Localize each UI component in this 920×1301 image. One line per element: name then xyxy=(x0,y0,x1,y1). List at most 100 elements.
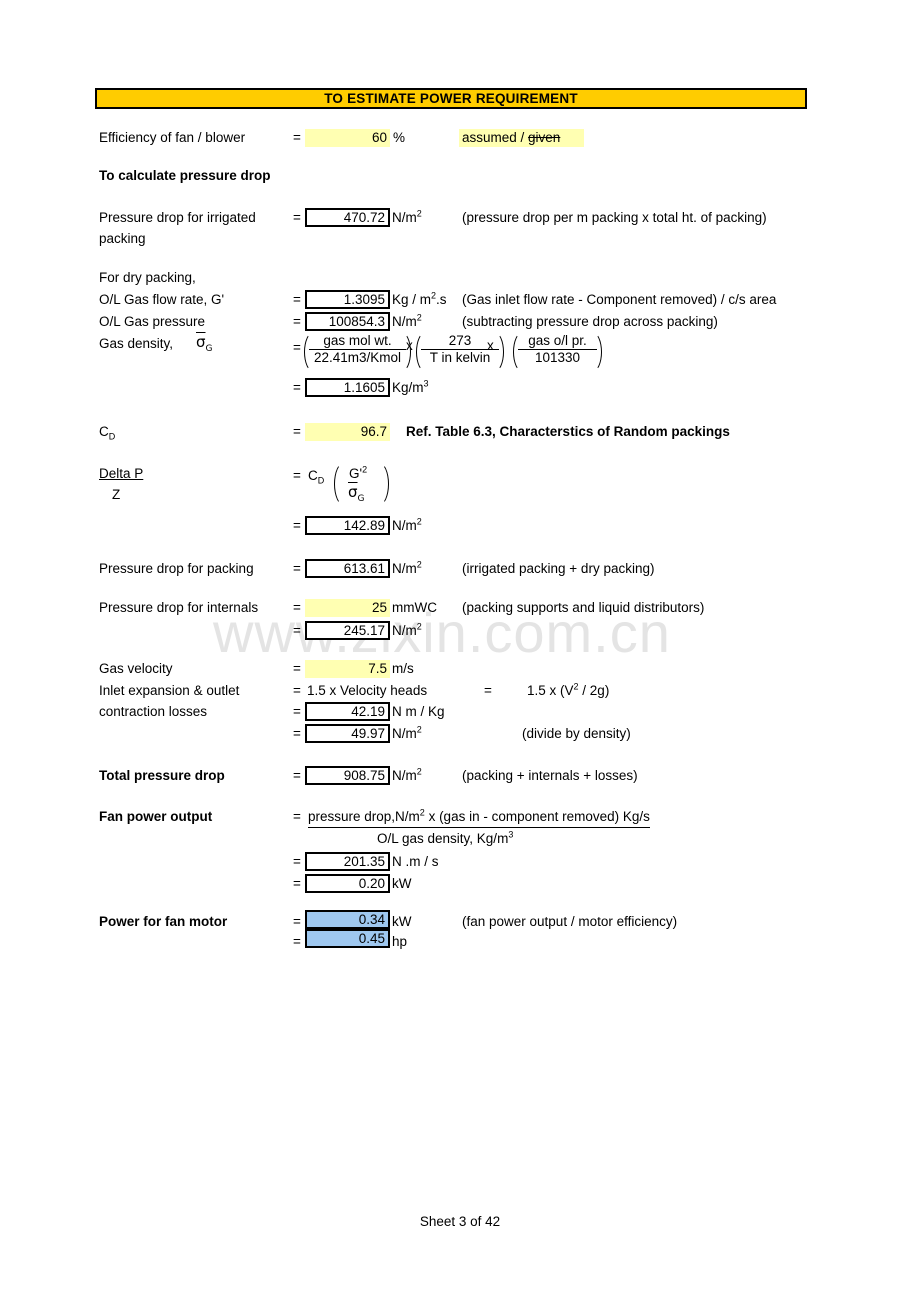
gas-density-value-box[interactable]: 1.1605 xyxy=(305,378,390,397)
internals-label: Pressure drop for internals xyxy=(99,600,259,615)
cd-label-sub: D xyxy=(108,431,116,442)
motor-power-note: (fan power output / motor efficiency) xyxy=(462,914,678,929)
fan-power-den-pre: O/L gas density, Kg/m xyxy=(377,831,509,846)
irrigated-equals: = xyxy=(293,210,301,225)
gas-velocity-value-cell[interactable]: 7.5 xyxy=(305,660,390,678)
motor-power-unit1: kW xyxy=(392,914,412,929)
delta-p-unit-sup: 2 xyxy=(416,516,422,527)
gas-pressure-value-box[interactable]: 100854.3 xyxy=(305,312,390,331)
gas-density-unit-text: Kg/m xyxy=(392,380,424,395)
fan-power-value1-box[interactable]: 201.35 xyxy=(305,852,390,871)
density-fraction-3-numerator: gas o/l pr. xyxy=(518,333,597,350)
internals-equals-1: = xyxy=(293,600,301,615)
motor-power-value2-box[interactable]: 0.45 xyxy=(305,929,390,948)
irrigated-value-box[interactable]: 470.72 xyxy=(305,208,390,227)
gas-flow-unit-pre: Kg / m xyxy=(392,292,432,307)
internals-value2-box[interactable]: 245.17 xyxy=(305,621,390,640)
efficiency-unit: % xyxy=(393,130,406,145)
internals-unit2: N/m2 xyxy=(392,622,422,639)
delta-p-denominator: Z xyxy=(112,487,121,502)
delta-p-frac-numerator: G'2 xyxy=(349,465,367,482)
gas-flow-unit: Kg / m2.s xyxy=(392,291,447,308)
internals-unit2-text: N/m xyxy=(392,623,417,638)
gas-flow-label: O/L Gas flow rate, G' xyxy=(99,292,225,307)
density-fraction-1-denominator: 22.41m3/Kmol xyxy=(313,350,402,365)
losses-label-line2: contraction losses xyxy=(99,704,208,719)
delta-p-cd-label: CD xyxy=(308,468,325,486)
delta-p-cd-text: C xyxy=(308,468,318,483)
losses-value2-box[interactable]: 49.97 xyxy=(305,724,390,743)
gas-flow-equals: = xyxy=(293,292,301,307)
fan-power-num-pre: pressure drop,N/m xyxy=(308,809,420,824)
packing-drop-unit: N/m2 xyxy=(392,560,422,577)
page-title-banner: TO ESTIMATE POWER REQUIREMENT xyxy=(95,88,807,109)
delta-p-equals-2: = xyxy=(293,518,301,533)
internals-equals-2: = xyxy=(293,623,301,638)
gas-pressure-note: (subtracting pressure drop across packin… xyxy=(462,314,718,329)
fan-power-den-sup: 3 xyxy=(508,829,514,840)
delta-p-cd-sub: D xyxy=(317,475,325,486)
total-value-box[interactable]: 908.75 xyxy=(305,766,390,785)
motor-power-value1-box[interactable]: 0.34 xyxy=(305,910,390,929)
gas-flow-value-box[interactable]: 1.3095 xyxy=(305,290,390,309)
losses-equals-1: = xyxy=(293,683,301,698)
fan-power-equals-1: = xyxy=(293,809,301,824)
losses-unit2: N/m2 xyxy=(392,725,422,742)
gas-flow-unit-post: .s xyxy=(436,292,447,307)
packing-drop-label: Pressure drop for packing xyxy=(99,561,254,576)
sigma-subscript: G xyxy=(205,344,213,354)
losses-label-line1: Inlet expansion & outlet xyxy=(99,683,240,698)
losses-equals-2: = xyxy=(293,704,301,719)
delta-p-sigma-sub: G xyxy=(357,494,365,504)
section-heading-pressure-drop: To calculate pressure drop xyxy=(99,168,271,183)
packing-drop-value-box[interactable]: 613.61 xyxy=(305,559,390,578)
cd-value-cell[interactable]: 96.7 xyxy=(305,423,390,441)
motor-power-equals-2: = xyxy=(293,934,301,949)
gas-flow-note: (Gas inlet flow rate - Component removed… xyxy=(462,292,777,307)
fan-power-formula-numerator: pressure drop,N/m2 x (gas in - component… xyxy=(308,808,650,828)
efficiency-equals: = xyxy=(293,130,301,145)
gas-pressure-equals: = xyxy=(293,314,301,329)
gas-density-unit: Kg/m3 xyxy=(392,378,429,396)
delta-p-unit-text: N/m xyxy=(392,518,417,533)
losses-unit1: N m / Kg xyxy=(392,704,445,719)
irrigated-label-line2: packing xyxy=(99,231,146,246)
gas-pressure-unit-text: N/m xyxy=(392,314,417,329)
fan-power-unit2: kW xyxy=(392,876,412,891)
losses-equals-mid: = xyxy=(484,683,492,698)
density-multiplier-2: x xyxy=(487,338,494,353)
cd-note: Ref. Table 6.3, Characterstics of Random… xyxy=(406,424,730,439)
total-equals: = xyxy=(293,768,301,783)
losses-value1-box[interactable]: 42.19 xyxy=(305,702,390,721)
density-multiplier-1: x xyxy=(406,338,413,353)
delta-p-sigma-glyph: σ xyxy=(348,483,358,501)
gas-density-symbol: σG xyxy=(196,333,213,354)
internals-unit1: mmWC xyxy=(392,600,437,615)
fan-power-value2-box[interactable]: 0.20 xyxy=(305,874,390,893)
page-footer: Sheet 3 of 42 xyxy=(419,1214,501,1229)
cd-label: CD xyxy=(99,424,116,442)
efficiency-value-cell[interactable]: 60 xyxy=(305,129,390,147)
gas-velocity-unit: m/s xyxy=(392,661,414,676)
gas-density-equals-1: = xyxy=(293,340,301,355)
cd-label-text: C xyxy=(99,424,109,439)
gas-density-label: Gas density, xyxy=(99,336,173,352)
internals-value1-cell[interactable]: 25 xyxy=(305,599,390,617)
motor-power-unit2: hp xyxy=(392,934,408,949)
sigma-glyph: σ xyxy=(196,333,206,351)
delta-p-value-box[interactable]: 142.89 xyxy=(305,516,390,535)
packing-drop-equals: = xyxy=(293,561,301,576)
losses-expression-2: 1.5 x (V2 / 2g) xyxy=(527,682,609,699)
efficiency-note-given: given xyxy=(528,130,561,145)
density-fraction-1-numerator: gas mol wt. xyxy=(309,333,406,350)
delta-p-numerator: Delta P xyxy=(99,466,144,481)
delta-p-equals-1: = xyxy=(293,468,301,483)
irrigated-label-line1: Pressure drop for irrigated xyxy=(99,210,256,225)
total-unit: N/m2 xyxy=(392,767,422,784)
gas-density-label-text: Gas density, xyxy=(99,336,174,351)
losses-expr2-pre: 1.5 x (V xyxy=(527,683,574,698)
fan-power-equals-2: = xyxy=(293,854,301,869)
gas-density-unit-sup: 3 xyxy=(423,378,429,389)
fan-power-equals-3: = xyxy=(293,876,301,891)
fan-power-formula-denominator: O/L gas density, Kg/m3 xyxy=(377,829,514,847)
